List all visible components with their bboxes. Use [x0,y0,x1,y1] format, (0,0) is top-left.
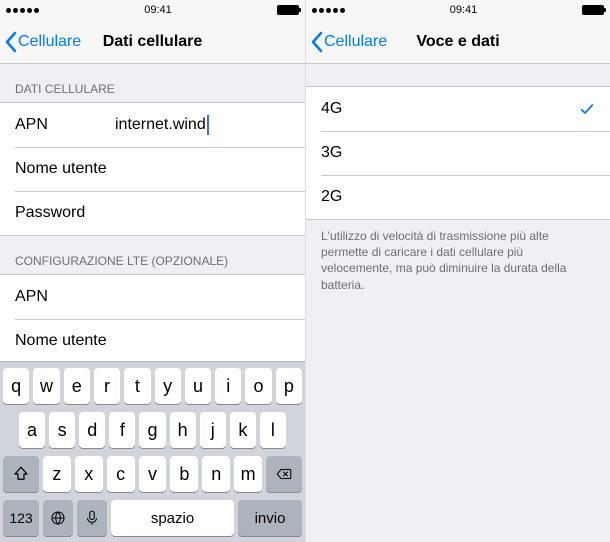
section-header-lte: CONFIGURAZIONE LTE (OPZIONALE) [0,236,305,274]
key-h[interactable]: h [170,412,196,448]
key-z[interactable]: z [43,456,71,492]
status-time: 09:41 [144,4,172,16]
key-x[interactable]: x [75,456,103,492]
backspace-icon [275,465,293,483]
globe-icon [49,509,67,527]
key-c[interactable]: c [107,456,135,492]
key-q[interactable]: q [3,368,29,404]
keyboard-row-3: zxcvbnm [3,456,302,492]
option-label: 3G [321,144,342,162]
key-j[interactable]: j [200,412,226,448]
option-label: 2G [321,188,342,206]
option-label: 4G [321,100,342,118]
key-n[interactable]: n [202,456,230,492]
key-s[interactable]: s [49,412,75,448]
numbers-key[interactable]: 123 [3,500,39,536]
cell-lte-username[interactable]: Nome utente [0,319,305,361]
lte-apn-label: APN [15,288,115,306]
option-4g[interactable]: 4G [306,87,610,131]
phone-left: 09:41 Cellulare Dati cellulare DATI CELL… [0,0,305,542]
key-w[interactable]: w [33,368,59,404]
status-bar: 09:41 [306,0,610,20]
username-label: Nome utente [15,160,115,178]
key-g[interactable]: g [139,412,165,448]
nav-bar: Cellulare Dati cellulare [0,20,305,64]
settings-scroll[interactable]: 4G 3G 2G L'utilizzo di velocità di trasmis… [306,64,610,542]
shift-key[interactable] [3,456,39,492]
key-d[interactable]: d [79,412,105,448]
key-l[interactable]: l [260,412,286,448]
password-label: Password [15,204,115,222]
apn-label: APN [15,116,115,134]
cell-password[interactable]: Password [0,191,305,235]
chevron-left-icon [4,31,18,53]
key-u[interactable]: u [185,368,211,404]
delete-key[interactable] [266,456,302,492]
keyboard-row-2: asdfghjkl [3,412,302,448]
key-o[interactable]: o [245,368,271,404]
key-i[interactable]: i [215,368,241,404]
key-y[interactable]: y [155,368,181,404]
text-cursor [207,115,209,135]
cell-lte-apn[interactable]: APN [0,275,305,319]
chevron-left-icon [310,31,324,53]
apn-input[interactable]: internet.wind [115,115,290,135]
settings-scroll[interactable]: DATI CELLULARE APN internet.wind Nome ut… [0,64,305,361]
signal-dots-icon [312,8,345,13]
cell-apn[interactable]: APN internet.wind [0,103,305,147]
key-m[interactable]: m [234,456,262,492]
key-f[interactable]: f [109,412,135,448]
keyboard-row-1: qwertyuiop [3,368,302,404]
mic-icon [83,509,101,527]
battery-icon [277,5,299,15]
nav-bar: Cellulare Voce e dati [306,20,610,64]
options-cells: 4G 3G 2G [306,86,610,220]
battery-icon [582,5,604,15]
shift-icon [12,465,30,483]
lte-username-label: Nome utente [15,332,115,350]
back-button[interactable]: Cellulare [0,31,81,53]
phone-right: 09:41 Cellulare Voce e dati 4G 3G 2G L'uti… [305,0,610,542]
option-2g[interactable]: 2G [306,175,610,219]
section-dati-cells: APN internet.wind Nome utente Password [0,102,305,236]
space-key[interactable]: spazio [111,500,234,536]
back-label: Cellulare [324,33,387,51]
back-label: Cellulare [18,33,81,51]
option-3g[interactable]: 3G [306,131,610,175]
keyboard: qwertyuiop asdfghjkl zxcvbnm 123 spazio … [0,361,305,542]
key-k[interactable]: k [230,412,256,448]
section-footer: L'utilizzo di velocità di trasmissione p… [306,220,610,303]
key-a[interactable]: a [19,412,45,448]
section-lte-cells: APN Nome utente Password [0,274,305,361]
keyboard-row-4: 123 spazio invio [3,500,302,536]
return-key[interactable]: invio [238,500,302,536]
key-b[interactable]: b [170,456,198,492]
checkmark-icon [579,101,595,117]
signal-dots-icon [6,8,39,13]
key-e[interactable]: e [64,368,90,404]
mic-key[interactable] [77,500,107,536]
key-t[interactable]: t [124,368,150,404]
key-r[interactable]: r [94,368,120,404]
globe-key[interactable] [43,500,73,536]
section-header-dati: DATI CELLULARE [0,64,305,102]
key-v[interactable]: v [139,456,167,492]
cell-username[interactable]: Nome utente [0,147,305,191]
back-button[interactable]: Cellulare [306,31,387,53]
key-p[interactable]: p [276,368,302,404]
status-bar: 09:41 [0,0,305,20]
status-time: 09:41 [450,4,478,16]
